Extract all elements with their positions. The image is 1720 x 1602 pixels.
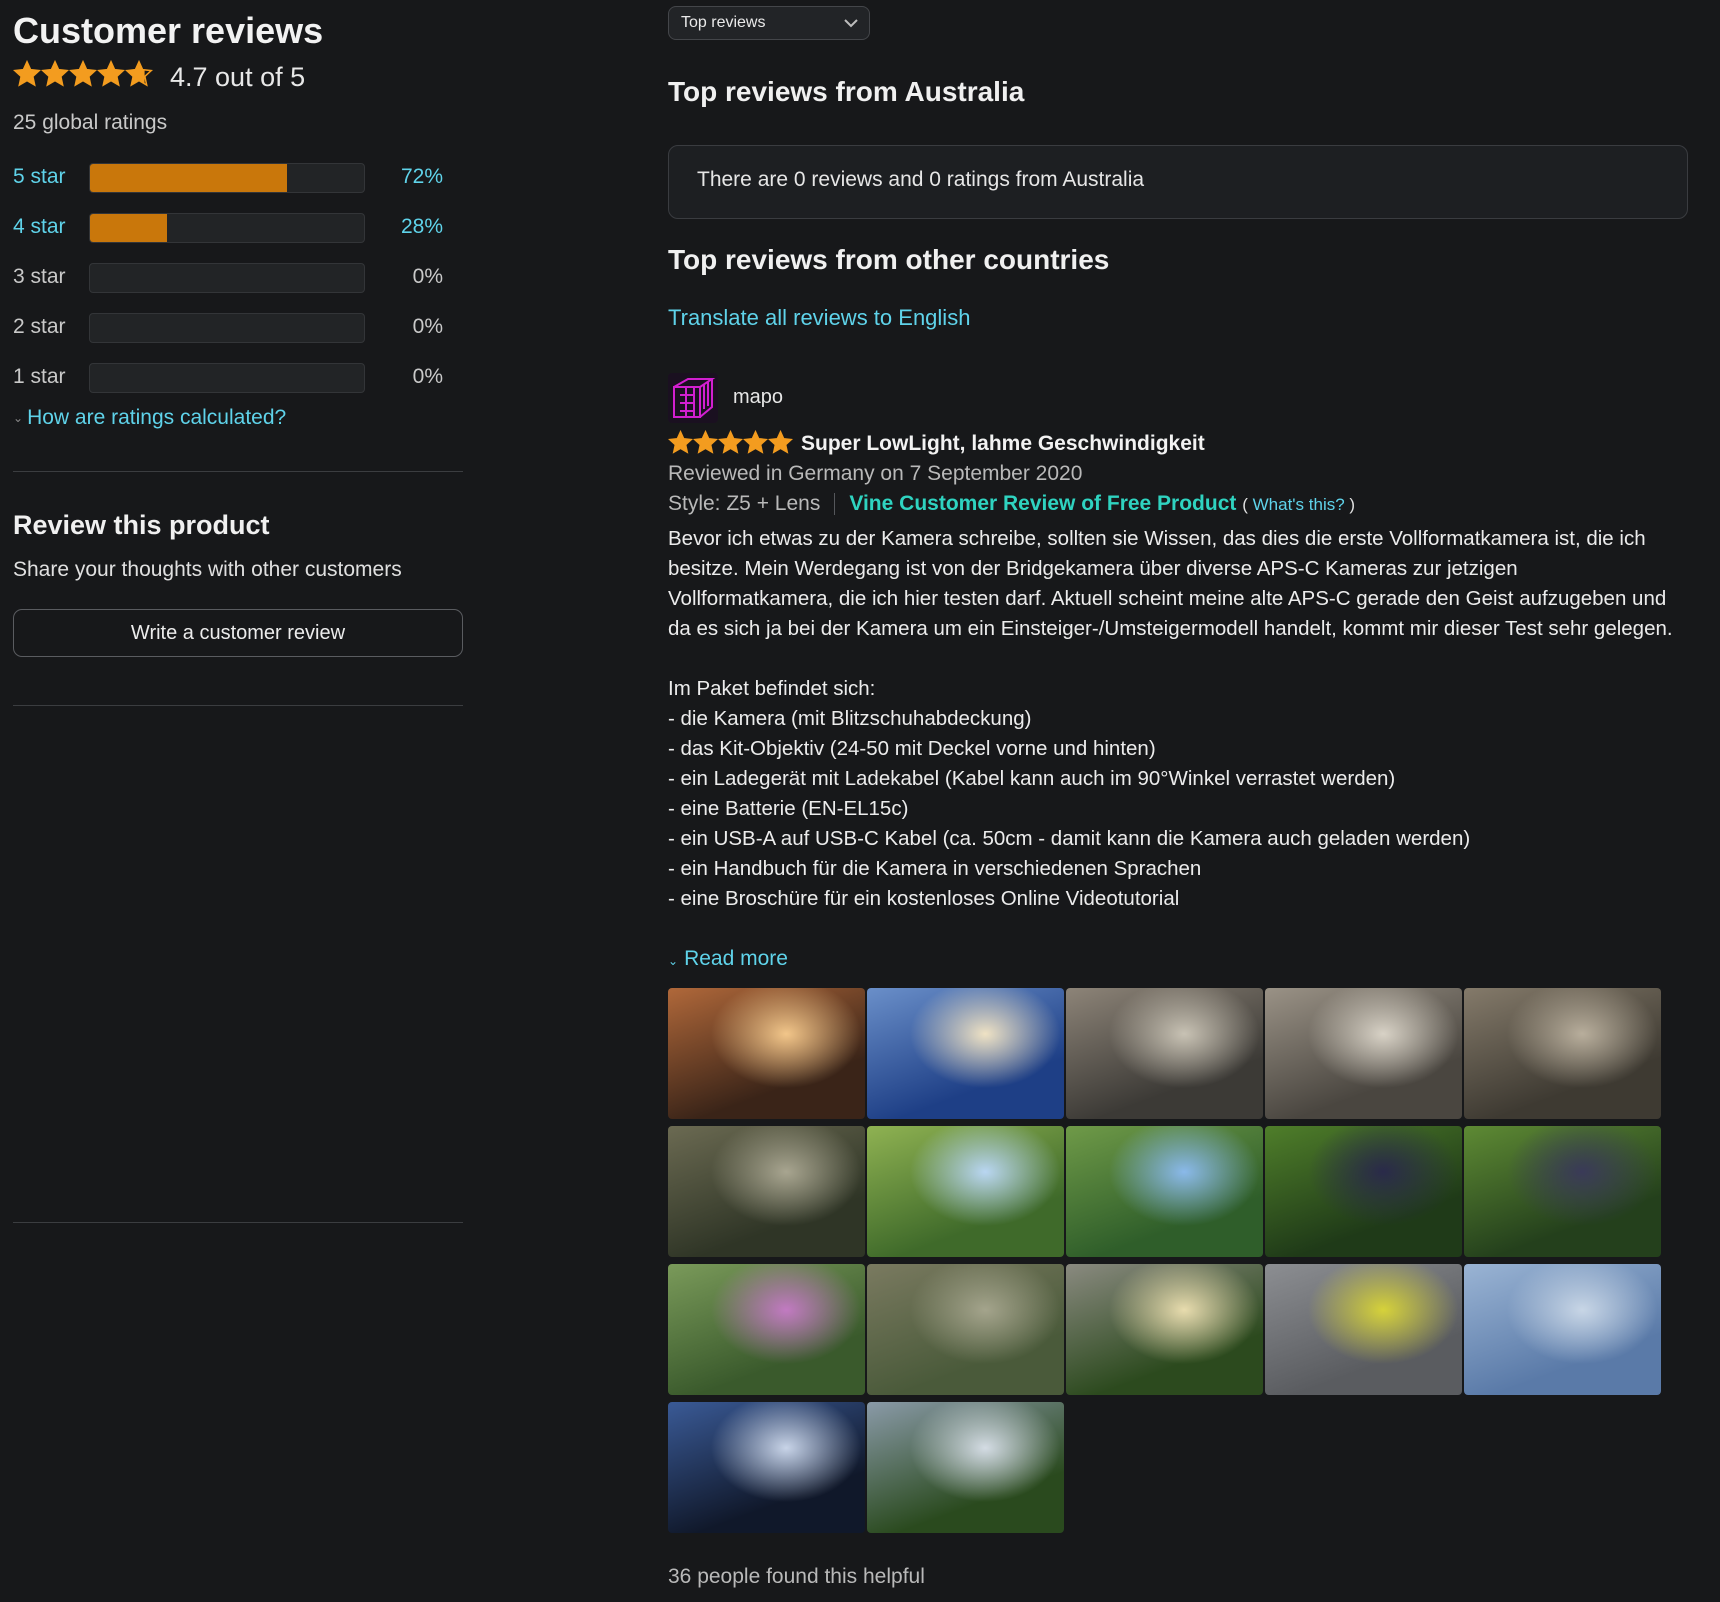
river-bird-photo[interactable] — [867, 1264, 1064, 1395]
how-ratings-calculated-link[interactable]: ⌄ How are ratings calculated? — [13, 406, 286, 430]
rating-bar — [89, 163, 365, 193]
divider — [834, 493, 836, 516]
how-ratings-calculated-label: How are ratings calculated? — [27, 406, 287, 429]
reviewer-name[interactable]: mapo — [733, 386, 783, 409]
star-icon — [97, 60, 125, 87]
list-item: - ein Ladegerät mit Ladekabel (Kabel kan… — [668, 767, 1396, 790]
write-review-button[interactable]: Write a customer review — [13, 609, 463, 657]
chevron-down-icon — [844, 19, 858, 28]
chevron-down-icon: ⌄ — [668, 954, 679, 968]
australia-notice-text: There are 0 reviews and 0 ratings from A… — [697, 168, 1145, 191]
star-icon — [693, 430, 718, 454]
vineyard-row-photo[interactable] — [867, 1126, 1064, 1257]
list-item: - ein Handbuch für die Kamera in verschi… — [668, 857, 1202, 880]
fountain-photo[interactable] — [668, 1402, 865, 1533]
average-rating-stars — [13, 60, 153, 88]
stone-cairn-photo[interactable] — [1265, 988, 1462, 1119]
rating-row-percent: 0% — [412, 315, 443, 338]
rating-bar — [89, 363, 365, 393]
chevron-down-icon: ⌄ — [13, 411, 24, 426]
review-style: Style: Z5 + Lens — [668, 492, 821, 515]
star-icon — [743, 430, 768, 454]
whats-this-wrapper: ( What's this? ) — [1242, 495, 1356, 514]
review-this-product-title: Review this product — [13, 510, 270, 540]
rating-bar-fill — [90, 164, 288, 192]
star-icon — [69, 60, 97, 87]
review-paragraph: Bevor ich etwas zu der Kamera schreibe, … — [668, 527, 1673, 640]
review-title[interactable]: Super LowLight, lahme Geschwindigkeit — [801, 432, 1205, 456]
candle-on-wood-photo[interactable] — [668, 988, 865, 1119]
list-item: - die Kamera (mit Blitzschuhabdeckung) — [668, 707, 1032, 730]
rating-row-label: 5 star — [13, 165, 66, 188]
rating-row-2-star: 2 star 0% — [13, 312, 443, 344]
divider — [13, 1222, 463, 1223]
rating-row-percent: 28% — [400, 215, 443, 238]
rating-bar-fill — [90, 214, 167, 242]
mossy-rocks-photo[interactable] — [668, 1126, 865, 1257]
divider — [13, 471, 463, 472]
rating-row-5-star[interactable]: 5 star 72% — [13, 162, 443, 194]
read-more-label: Read more — [684, 947, 788, 970]
rating-row-1-star: 1 star 0% — [13, 362, 443, 394]
whats-this-link[interactable]: What's this? — [1253, 495, 1345, 514]
pink-flowers-photo[interactable] — [668, 1264, 865, 1395]
divider — [13, 705, 463, 706]
rating-row-percent: 0% — [412, 365, 443, 388]
star-icon — [668, 430, 693, 454]
list-item: - eine Batterie (EN-EL15c) — [668, 797, 909, 820]
australia-notice-box: There are 0 reviews and 0 ratings from A… — [668, 145, 1688, 219]
share-thoughts-text: Share your thoughts with other customers — [13, 558, 402, 581]
sort-selected-value: Top reviews — [681, 14, 766, 31]
review-list-intro: Im Paket befindet sich: — [668, 677, 876, 700]
avatar[interactable] — [668, 373, 718, 423]
rating-bar — [89, 263, 365, 293]
rating-bar — [89, 313, 365, 343]
rating-row-label: 1 star — [13, 365, 66, 388]
list-item: - das Kit-Objektiv (24-50 mit Deckel vor… — [668, 737, 1156, 760]
camera-strap-photo[interactable] — [1265, 1264, 1462, 1395]
average-rating-text: 4.7 out of 5 — [170, 62, 306, 92]
grapes-photo[interactable] — [1265, 1126, 1462, 1257]
translate-reviews-link[interactable]: Translate all reviews to English — [668, 305, 970, 331]
star-icon — [768, 430, 793, 454]
rating-row-label: 3 star — [13, 265, 66, 288]
rating-bar — [89, 213, 365, 243]
vineyard-hill-photo[interactable] — [1066, 1126, 1263, 1257]
review-date: Reviewed in Germany on 7 September 2020 — [668, 462, 1083, 485]
vine-badge: Vine Customer Review of Free Product — [849, 492, 1237, 515]
customer-reviews-title: Customer reviews — [13, 10, 324, 51]
rating-row-percent: 0% — [412, 265, 443, 288]
star-icon — [41, 60, 69, 87]
rating-row-4-star[interactable]: 4 star 28% — [13, 212, 443, 244]
sort-reviews-dropdown[interactable]: Top reviews — [668, 6, 870, 40]
rating-row-3-star: 3 star 0% — [13, 262, 443, 294]
rating-row-label: 2 star — [13, 315, 66, 338]
star-icon — [125, 60, 153, 87]
star-icon — [13, 60, 41, 87]
other-countries-heading: Top reviews from other countries — [668, 244, 1110, 275]
rating-row-percent: 72% — [400, 165, 443, 188]
grape-vines-photo[interactable] — [1464, 1126, 1661, 1257]
creek-bed-photo[interactable] — [1464, 988, 1661, 1119]
building-facade-photo[interactable] — [1464, 1264, 1661, 1395]
australia-reviews-heading: Top reviews from Australia — [668, 76, 1025, 107]
star-icon — [718, 430, 743, 454]
global-ratings-count[interactable]: 25 global ratings — [13, 111, 167, 135]
concrete-frame-photo[interactable] — [1066, 1264, 1263, 1395]
rating-row-label: 4 star — [13, 215, 66, 238]
text-fade — [668, 910, 1688, 944]
shrub-pot-photo[interactable] — [867, 1402, 1064, 1533]
rocky-stream-photo[interactable] — [1066, 988, 1263, 1119]
review-body: Bevor ich etwas zu der Kamera schreibe, … — [668, 524, 1688, 940]
read-more-link[interactable]: ⌄ Read more — [668, 947, 788, 971]
list-item: - ein USB-A auf USB-C Kabel (ca. 50cm - … — [668, 827, 1471, 850]
review-contents-list: - die Kamera (mit Blitzschuhabdeckung) - … — [668, 704, 1688, 914]
cloudy-sky-photo[interactable] — [867, 988, 1064, 1119]
helpful-count: 36 people found this helpful — [668, 1565, 925, 1588]
review-rating-stars[interactable] — [668, 430, 793, 455]
review-style-line: Style: Z5 + Lens Vine Customer Review of … — [668, 492, 1355, 516]
avatar-image — [668, 373, 718, 423]
